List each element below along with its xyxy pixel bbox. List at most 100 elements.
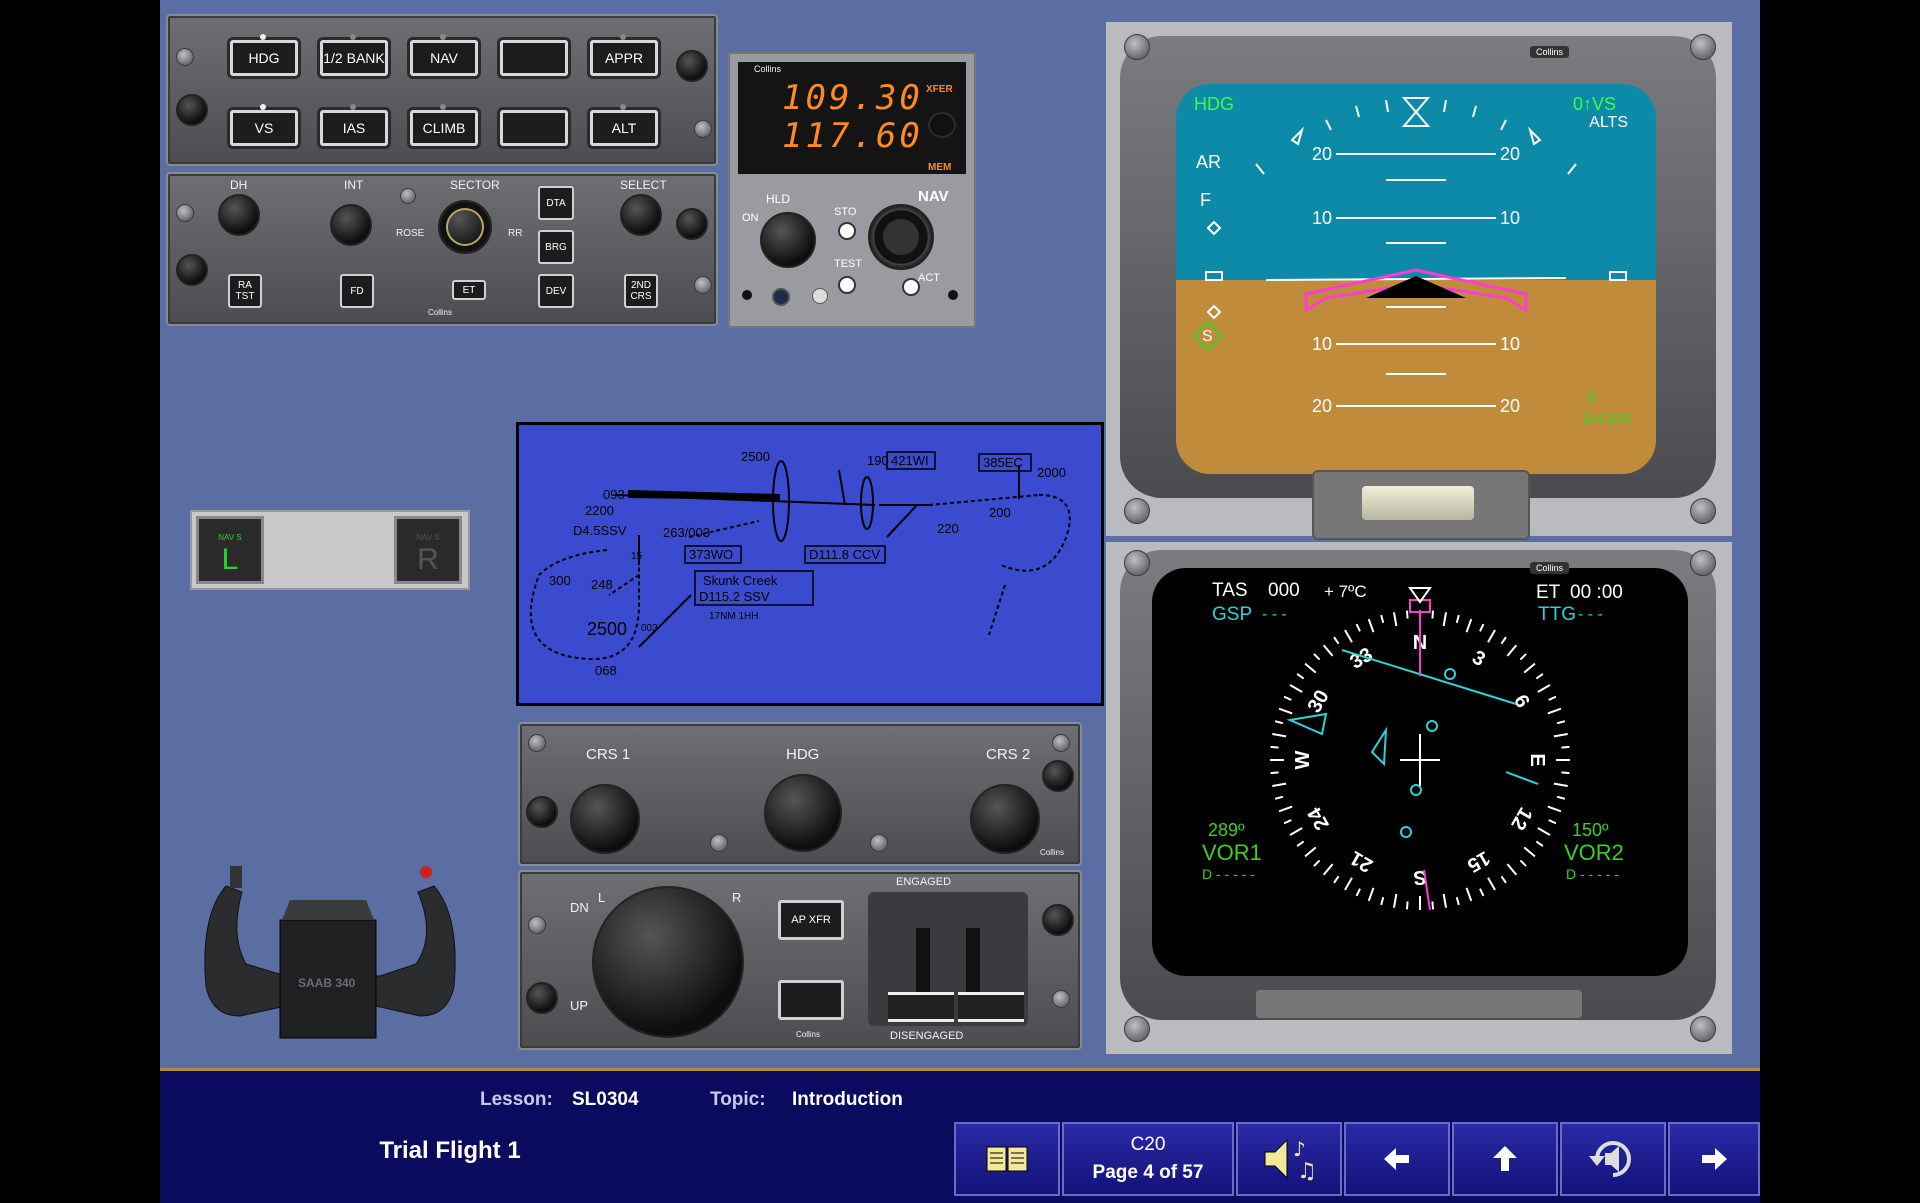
screw-icon bbox=[1124, 1016, 1150, 1042]
standby-frequency: 117.60 bbox=[782, 116, 923, 156]
dta-button[interactable]: DTA bbox=[538, 186, 574, 220]
r-label: R bbox=[732, 890, 742, 905]
xfer-button[interactable] bbox=[928, 112, 956, 138]
dh-knob[interactable] bbox=[218, 194, 260, 236]
adi-bezel: HDG 0↑VS ALTS AR F S 20 20 10 10 10 10 2… bbox=[1106, 22, 1732, 540]
topic-label: Topic: bbox=[710, 1089, 766, 1110]
fd-button[interactable]: FD bbox=[340, 274, 374, 308]
previous-page-button[interactable] bbox=[1344, 1122, 1450, 1196]
mode-button-half-bank[interactable]: 1/2 BANK bbox=[320, 34, 388, 76]
et-label: ET bbox=[462, 284, 476, 296]
chart-label: 263/003 bbox=[663, 525, 710, 540]
act-button[interactable] bbox=[902, 278, 920, 296]
screw-icon bbox=[870, 834, 888, 852]
compass-label: 12 bbox=[1506, 803, 1536, 833]
dev-button[interactable]: DEV bbox=[538, 274, 574, 308]
mode-button-vs[interactable]: VS bbox=[230, 104, 298, 146]
select-label: SELECT bbox=[620, 178, 667, 192]
compass-tick bbox=[1465, 887, 1473, 902]
replay-icon bbox=[1589, 1141, 1631, 1177]
screw-icon bbox=[694, 276, 712, 294]
sto-button[interactable] bbox=[838, 222, 856, 240]
crs2-knob[interactable] bbox=[970, 784, 1040, 854]
glossary-button[interactable] bbox=[954, 1122, 1060, 1196]
compass-tick bbox=[1523, 846, 1536, 858]
range-mode-knob[interactable] bbox=[438, 200, 492, 254]
int-knob[interactable] bbox=[330, 204, 372, 246]
compass-tick bbox=[1535, 840, 1544, 847]
menu-up-button[interactable] bbox=[1452, 1122, 1558, 1196]
pitch-turn-knob[interactable] bbox=[592, 886, 744, 1038]
arrow-right-icon bbox=[1702, 1148, 1727, 1170]
compass-tick bbox=[1333, 636, 1340, 645]
ra-tst-button[interactable]: RA TST bbox=[228, 274, 262, 308]
compass-tick bbox=[1380, 896, 1385, 906]
second-crs-button[interactable]: 2ND CRS bbox=[624, 274, 658, 308]
mode-button-blank-2[interactable] bbox=[500, 110, 568, 146]
mode-button-blank-1[interactable] bbox=[500, 40, 568, 76]
chart-label: D115.2 SSV bbox=[699, 589, 770, 604]
mode-button-climb[interactable]: CLIMB bbox=[410, 104, 478, 146]
nav-source-left-button[interactable]: NAV S L bbox=[196, 516, 264, 584]
mode-button-appr[interactable]: APPR bbox=[590, 34, 658, 76]
mode-button-hdg[interactable]: HDG bbox=[230, 34, 298, 76]
ap-xfr-label: AP XFR bbox=[791, 914, 831, 926]
adi-ar-label: AR bbox=[1196, 152, 1222, 172]
arrow-up-icon bbox=[1493, 1146, 1517, 1171]
knob-icon bbox=[176, 94, 208, 126]
select-knob[interactable] bbox=[620, 194, 662, 236]
control-yoke: SAAB 340 bbox=[190, 856, 470, 1052]
compass-tick bbox=[1465, 618, 1473, 633]
compass-tick bbox=[1278, 805, 1293, 813]
approach-route-graphic: 2500 190 421WI 385EC 2000 093 2200 D4.5S… bbox=[529, 449, 1071, 678]
test-label: TEST bbox=[834, 258, 863, 270]
rose-label: ROSE bbox=[396, 228, 425, 239]
bearing-pointer bbox=[1286, 712, 1328, 736]
pitch-label: 20 bbox=[1312, 144, 1333, 164]
screw-icon bbox=[176, 48, 194, 66]
blank-button[interactable] bbox=[778, 980, 844, 1020]
nav-radio-display: Collins 109.30 117.60 XFER MEM bbox=[738, 62, 966, 174]
nav-source-right-button[interactable]: NAV S R bbox=[394, 516, 462, 584]
mode-button-nav[interactable]: NAV bbox=[410, 34, 478, 76]
course-line bbox=[1341, 649, 1517, 705]
hld-knob[interactable] bbox=[760, 212, 816, 268]
mode-button-alt[interactable]: ALT bbox=[590, 104, 658, 146]
hdg-knob[interactable] bbox=[764, 774, 842, 852]
crs1-knob[interactable] bbox=[570, 784, 640, 854]
page-text: Page 4 of 57 bbox=[1092, 1162, 1204, 1183]
int-label: INT bbox=[344, 178, 364, 192]
nav-source-right-title: NAV S bbox=[416, 533, 440, 542]
brand-label: Collins bbox=[428, 308, 453, 317]
mode-button-label: IAS bbox=[342, 120, 366, 136]
chart-label: 17NM 1HH bbox=[709, 611, 758, 622]
chart-label: 2200 bbox=[585, 503, 614, 518]
autopilot-panel: DN UP L R AP XFR ENGAGED DISENGAGED YD A… bbox=[518, 870, 1082, 1050]
mode-button-ias[interactable]: IAS bbox=[320, 104, 388, 146]
compass-tick bbox=[1506, 644, 1518, 657]
screw-icon bbox=[1690, 34, 1716, 60]
fd-label: FD bbox=[350, 285, 364, 297]
compass-tick bbox=[1506, 863, 1518, 876]
replay-audio-button[interactable] bbox=[1560, 1122, 1666, 1196]
mode-button-label: CLIMB bbox=[422, 120, 466, 136]
audio-button[interactable]: ♪ ♫ bbox=[1236, 1122, 1342, 1196]
ap-engage-lever[interactable] bbox=[958, 992, 1024, 1022]
test-button[interactable] bbox=[838, 276, 856, 294]
next-page-button[interactable] bbox=[1668, 1122, 1760, 1196]
nav-source-right-letter: R bbox=[417, 543, 439, 576]
page-code: C20 bbox=[1130, 1134, 1166, 1155]
chart-label: 15 bbox=[631, 551, 643, 562]
brg-button[interactable]: BRG bbox=[538, 230, 574, 264]
ap-xfr-button[interactable]: AP XFR bbox=[778, 900, 844, 940]
chart-label: 003 bbox=[641, 623, 658, 634]
sector-label: SECTOR bbox=[450, 178, 500, 192]
yd-engage-lever[interactable] bbox=[888, 992, 954, 1022]
frequency-knob[interactable] bbox=[868, 204, 934, 270]
course-dot bbox=[1426, 720, 1438, 732]
yoke-icon bbox=[204, 866, 456, 1039]
screw-icon bbox=[710, 834, 728, 852]
compass-tick bbox=[1304, 662, 1317, 674]
engage-switch-housing bbox=[868, 892, 1028, 1026]
et-button[interactable]: ET bbox=[452, 280, 486, 300]
